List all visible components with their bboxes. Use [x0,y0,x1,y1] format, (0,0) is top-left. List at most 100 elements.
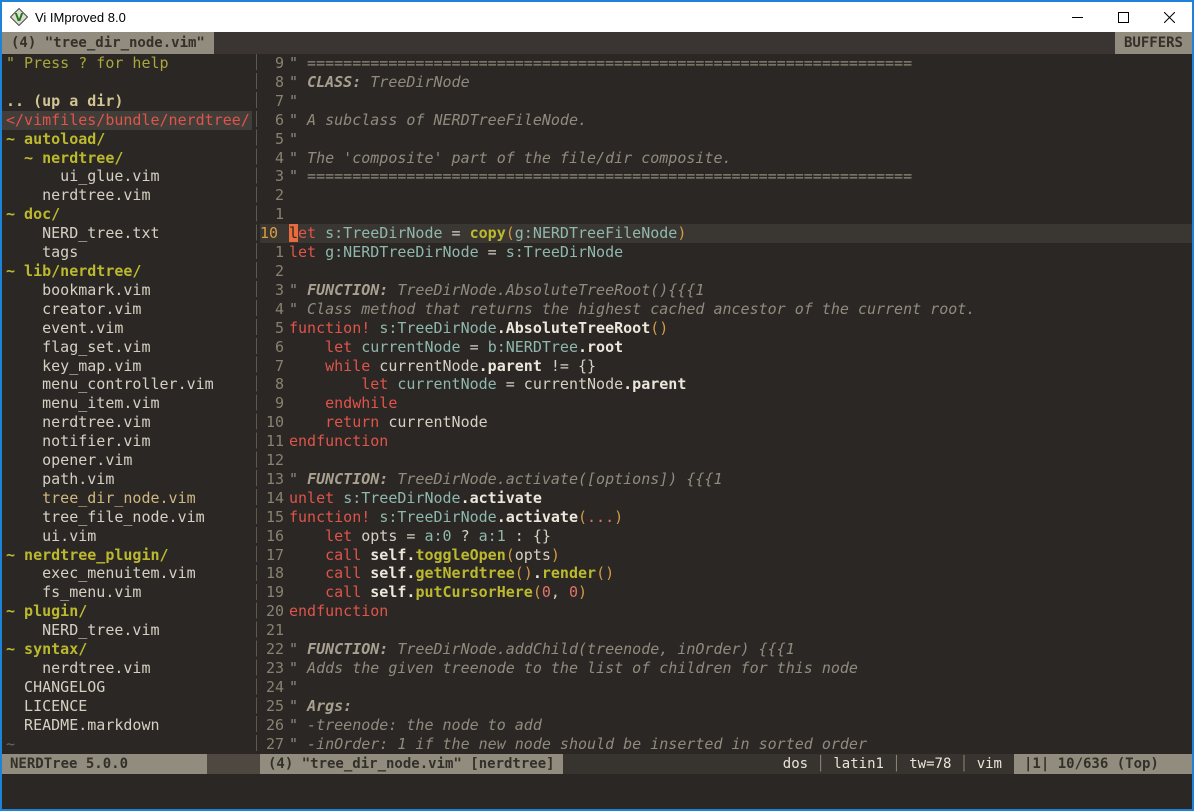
code-line[interactable]: 8" CLASS: TreeDirNode [260,73,1192,92]
tree-item[interactable]: ~ autoload/ [2,130,252,149]
tree-item[interactable]: README.markdown [2,716,252,735]
code-line[interactable]: 25" Args: [260,697,1192,716]
code-text: let currentNode = b:NERDTree.root [289,338,623,357]
code-line[interactable]: 27" -inOrder: 1 if the new node should b… [260,735,1192,754]
code-line[interactable]: 20endfunction [260,602,1192,621]
line-number: 5 [260,319,284,338]
tree-item[interactable]: menu_item.vim [2,394,252,413]
close-button[interactable] [1146,2,1192,32]
tree-item[interactable]: ui_glue.vim [2,167,252,186]
tree-item[interactable]: menu_controller.vim [2,375,252,394]
code-line[interactable]: 24" [260,678,1192,697]
code-line[interactable]: 5" [260,130,1192,149]
tree-item[interactable]: path.vim [2,470,252,489]
window-split-separator[interactable] [252,54,260,754]
code-line[interactable]: 6 let currentNode = b:NERDTree.root [260,338,1192,357]
tree-item[interactable]: nerdtree.vim [2,659,252,678]
line-number: 1 [260,243,284,262]
tree-item[interactable]: nerdtree.vim [2,186,252,205]
tab-tree-dir-node[interactable]: (4) "tree_dir_node.vim" [2,32,214,54]
code-line[interactable]: 1 [260,205,1192,224]
tree-item[interactable]: creator.vim [2,300,252,319]
code-line[interactable]: 15function! s:TreeDirNode.activate(...) [260,508,1192,527]
code-line[interactable]: 7 while currentNode.parent != {} [260,357,1192,376]
tree-item[interactable]: ~ syntax/ [2,640,252,659]
tree-item[interactable]: exec_menuitem.vim [2,564,252,583]
tree-item[interactable]: CHANGELOG [2,678,252,697]
code-line[interactable]: 23" Adds the given treenode to the list … [260,659,1192,678]
code-line[interactable]: 2 [260,186,1192,205]
line-number: 10 [260,413,284,432]
tree-item[interactable]: ~ nerdtree_plugin/ [2,546,252,565]
code-line[interactable]: 1let g:NERDTreeDirNode = s:TreeDirNode [260,243,1192,262]
code-line[interactable]: 5 function! s:TreeDirNode.AbsoluteTreeRoo… [260,319,1192,338]
code-line[interactable]: 14unlet s:TreeDirNode.activate [260,489,1192,508]
code-line[interactable]: 12 [260,451,1192,470]
tree-item[interactable]: nerdtree.vim [2,413,252,432]
code-text: " FUNCTION: TreeDirNode.AbsoluteTreeRoot… [289,281,704,300]
code-line[interactable]: 2 [260,262,1192,281]
status-file-label: (4) "tree_dir_node.vim" [nerdtree] [260,754,563,774]
line-number: 11 [260,432,284,451]
code-line[interactable]: 4" The 'composite' part of the file/dir … [260,149,1192,168]
code-text: " -inOrder: 1 if the new node should be … [289,735,867,754]
tree-item[interactable]: ~ doc/ [2,205,252,224]
code-text: function! s:TreeDirNode.AbsoluteTreeRoot… [289,319,668,338]
statusbar: NERDTree 5.0.0 (4) "tree_dir_node.vim" [… [2,754,1192,774]
tree-item[interactable]: fs_menu.vim [2,583,252,602]
code-line[interactable]: 18 call self.getNerdtree().render() [260,564,1192,583]
code-line[interactable]: 10 return currentNode [260,413,1192,432]
code-text: " A subclass of NERDTreeFileNode. [289,111,587,130]
line-number: 1 [260,205,284,224]
tree-item[interactable]: tree_file_node.vim [2,508,252,527]
main-area: " Press ? for help .. (up a dir)</vimfil… [2,54,1192,754]
tree-item[interactable]: flag_set.vim [2,338,252,357]
tree-item[interactable]: ~ plugin/ [2,602,252,621]
code-line[interactable]: 21 [260,621,1192,640]
code-line[interactable]: 16 let opts = a:0 ? a:1 : {} [260,527,1192,546]
tree-item[interactable]: .. (up a dir) [2,92,252,111]
code-text: " Class method that returns the highest … [289,300,975,319]
tree-item[interactable]: " Press ? for help [2,54,252,73]
tree-item[interactable]: key_map.vim [2,357,252,376]
line-number: 3 [260,167,284,186]
vim-logo-icon[interactable]: V [10,8,28,26]
code-line[interactable]: 22" FUNCTION: TreeDirNode.addChild(treen… [260,640,1192,659]
titlebar[interactable]: V Vi IMproved 8.0 [2,2,1192,32]
code-line[interactable]: 13" FUNCTION: TreeDirNode.activate([opti… [260,470,1192,489]
code-line[interactable]: 26" -treenode: the node to add [260,716,1192,735]
code-line[interactable]: 3" FUNCTION: TreeDirNode.AbsoluteTreeRoo… [260,281,1192,300]
line-number: 8 [260,73,284,92]
tree-item[interactable]: LICENCE [2,697,252,716]
tree-item[interactable]: opener.vim [2,451,252,470]
tree-item[interactable]: tags [2,243,252,262]
tabline-fill [214,32,1115,54]
command-line[interactable] [2,774,1192,809]
tree-item[interactable]: notifier.vim [2,432,252,451]
code-line-current[interactable]: 10let s:TreeDirNode = copy(g:NERDTreeFil… [260,224,1192,243]
code-line[interactable]: 11endfunction [260,432,1192,451]
code-line[interactable]: 6" A subclass of NERDTreeFileNode. [260,111,1192,130]
code-line[interactable]: 7" [260,92,1192,111]
code-text: " Adds the given treenode to the list of… [289,659,858,678]
tree-item[interactable]: ui.vim [2,527,252,546]
tree-item[interactable]: tree_dir_node.vim [2,489,252,508]
tree-item[interactable]: bookmark.vim [2,281,252,300]
tree-item[interactable]: ~ nerdtree/ [2,149,252,168]
code-line[interactable]: 4" Class method that returns the highest… [260,300,1192,319]
code-line[interactable]: 8 let currentNode = currentNode.parent [260,375,1192,394]
code-line[interactable]: 17 call self.toggleOpen(opts) [260,546,1192,565]
tree-item[interactable]: event.vim [2,319,252,338]
tree-root-path[interactable]: </vimfiles/bundle/nerdtree/ [2,111,252,130]
minimize-button[interactable] [1054,2,1100,32]
code-line[interactable]: 3" =====================================… [260,167,1192,186]
tree-item[interactable]: ~ lib/nerdtree/ [2,262,252,281]
code-line[interactable]: 9 endwhile [260,394,1192,413]
code-line[interactable]: 19 call self.putCursorHere(0, 0) [260,583,1192,602]
empty-line-tilde: ~ [2,735,252,754]
tree-item[interactable]: NERD_tree.vim [2,621,252,640]
code-text: " Args: [289,697,352,716]
code-line[interactable]: 9" =====================================… [260,54,1192,73]
tree-item[interactable]: NERD_tree.txt [2,224,252,243]
maximize-button[interactable] [1100,2,1146,32]
